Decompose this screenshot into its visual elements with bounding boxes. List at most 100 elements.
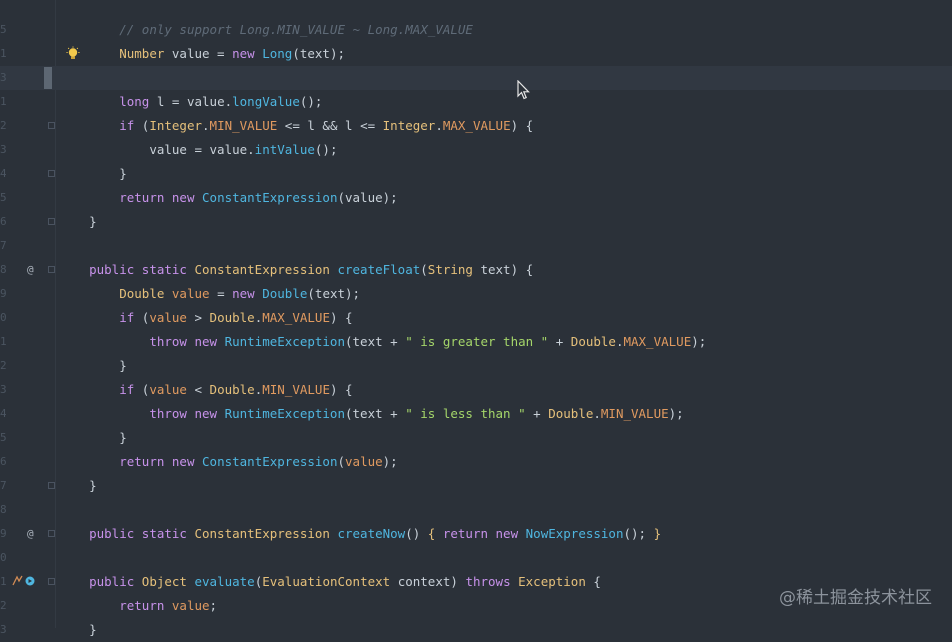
code-line[interactable]: 8 @ public static ConstantExpression crea… <box>0 258 952 282</box>
code-line[interactable]: 7 } <box>0 474 952 498</box>
code-token: " is greater than " <box>405 334 549 349</box>
code-token: (); <box>299 94 323 109</box>
line-number: 6 <box>0 455 6 468</box>
code-token: String <box>427 262 473 277</box>
at-override-icon[interactable]: @ <box>27 522 34 546</box>
line-number: 9 <box>0 287 6 300</box>
code-token: } <box>653 526 662 541</box>
code-token: Object <box>141 574 195 589</box>
code-token: return new <box>119 190 203 205</box>
code-token: throw new <box>149 334 225 349</box>
code-line[interactable]: 9 @ public static ConstantExpression crea… <box>0 522 952 546</box>
code-token: Exception <box>518 574 586 589</box>
code-token: NowExpression <box>525 526 624 541</box>
code-text: } <box>59 618 97 642</box>
code-token: createNow <box>337 526 406 541</box>
code-line[interactable]: 5 return new ConstantExpression(value); <box>0 186 952 210</box>
code-token: Double <box>119 286 165 301</box>
code-text: } <box>59 210 97 234</box>
code-token: } <box>89 622 97 637</box>
code-token: public static <box>89 526 195 541</box>
code-line[interactable]: 3 <box>0 66 952 90</box>
code-token: Double <box>209 310 255 325</box>
code-line[interactable]: 6 return new ConstantExpression(value); <box>0 450 952 474</box>
code-token: MIN_VALUE <box>262 382 330 397</box>
code-text: public static ConstantExpression createF… <box>59 258 533 282</box>
code-token: ( <box>337 454 346 469</box>
code-text: return new ConstantExpression(value); <box>59 450 398 474</box>
code-line[interactable]: 8 <box>0 498 952 522</box>
code-line[interactable]: 3 value = value.intValue(); <box>0 138 952 162</box>
code-token: ; <box>209 598 218 613</box>
code-token: text) { <box>472 262 534 277</box>
fold-marker-icon[interactable] <box>48 218 55 225</box>
code-line[interactable]: 7 <box>0 234 952 258</box>
code-token: (text); <box>307 286 361 301</box>
code-token: return new <box>442 526 526 541</box>
code-token: createFloat <box>337 262 421 277</box>
code-token: (); <box>314 142 338 157</box>
code-line[interactable]: 2 } <box>0 354 952 378</box>
code-token: EvaluationContext <box>262 574 391 589</box>
code-line[interactable]: 5 } <box>0 426 952 450</box>
line-number: 9 <box>0 527 6 540</box>
code-token: public static <box>89 262 195 277</box>
code-token: } <box>119 430 127 445</box>
code-token: ConstantExpression <box>202 454 338 469</box>
code-token: Double <box>570 334 616 349</box>
line-number: 2 <box>0 359 6 372</box>
code-token: long <box>119 94 157 109</box>
code-line[interactable]: 4 } <box>0 162 952 186</box>
code-text: } <box>59 162 127 186</box>
code-text: public Object evaluate(EvaluationContext… <box>59 570 601 594</box>
code-token: Double <box>209 382 255 397</box>
code-token: { <box>427 526 443 541</box>
code-token: () <box>405 526 428 541</box>
code-line[interactable]: 2 if (Integer.MIN_VALUE <= l && l <= Int… <box>0 114 952 138</box>
code-line[interactable]: 1 Number value = new Long(text); <box>0 42 952 66</box>
line-number: 6 <box>0 215 6 228</box>
line-number: 7 <box>0 239 6 252</box>
run-gutter-icon[interactable] <box>11 570 37 594</box>
code-line[interactable]: 6 } <box>0 210 952 234</box>
line-number: 1 <box>0 575 6 588</box>
line-number: 1 <box>0 47 6 60</box>
code-text: } <box>59 354 127 378</box>
fold-marker-icon[interactable] <box>48 482 55 489</box>
fold-marker-icon[interactable] <box>48 530 55 537</box>
code-token: ); <box>382 454 398 469</box>
lightbulb-icon[interactable] <box>65 46 81 62</box>
code-line[interactable]: 0 <box>0 546 952 570</box>
line-number: 7 <box>0 479 6 492</box>
fold-marker-icon[interactable] <box>48 122 55 129</box>
code-line[interactable]: 4 throw new RuntimeException(text + " is… <box>0 402 952 426</box>
code-token: . <box>202 118 210 133</box>
code-editor[interactable]: 5 // only support Long.MIN_VALUE ~ Long.… <box>0 0 952 637</box>
line-number: 1 <box>0 95 6 108</box>
code-token: ) { <box>329 310 353 325</box>
code-line[interactable]: 0 if (value > Double.MAX_VALUE) { <box>0 306 952 330</box>
fold-marker-icon[interactable] <box>48 170 55 177</box>
code-token: throws <box>465 574 519 589</box>
code-line[interactable]: 1 long l = value.longValue(); <box>0 90 952 114</box>
code-token: // only support Long.MIN_VALUE ~ Long.MA… <box>119 22 473 37</box>
code-line[interactable]: 1 throw new RuntimeException(text + " is… <box>0 330 952 354</box>
code-token: MIN_VALUE <box>209 118 278 133</box>
code-token: intValue <box>254 142 315 157</box>
code-token: MAX_VALUE <box>262 310 330 325</box>
code-token: ) { <box>329 382 353 397</box>
code-token: return <box>119 598 172 613</box>
fold-marker-icon[interactable] <box>48 578 55 585</box>
code-line[interactable]: 5 // only support Long.MIN_VALUE ~ Long.… <box>0 18 952 42</box>
code-token: return new <box>119 454 203 469</box>
at-override-icon[interactable]: @ <box>27 258 34 282</box>
code-text: if (Integer.MIN_VALUE <= l && l <= Integ… <box>59 114 533 138</box>
fold-marker-icon[interactable] <box>48 266 55 273</box>
code-token: public <box>89 574 142 589</box>
code-token: value = <box>164 46 233 61</box>
code-line[interactable]: 9 Double value = new Double(text); <box>0 282 952 306</box>
code-token: RuntimeException <box>224 406 345 421</box>
code-token: longValue <box>232 94 300 109</box>
code-line[interactable]: 3 } <box>0 618 952 642</box>
code-line[interactable]: 3 if (value < Double.MIN_VALUE) { <box>0 378 952 402</box>
